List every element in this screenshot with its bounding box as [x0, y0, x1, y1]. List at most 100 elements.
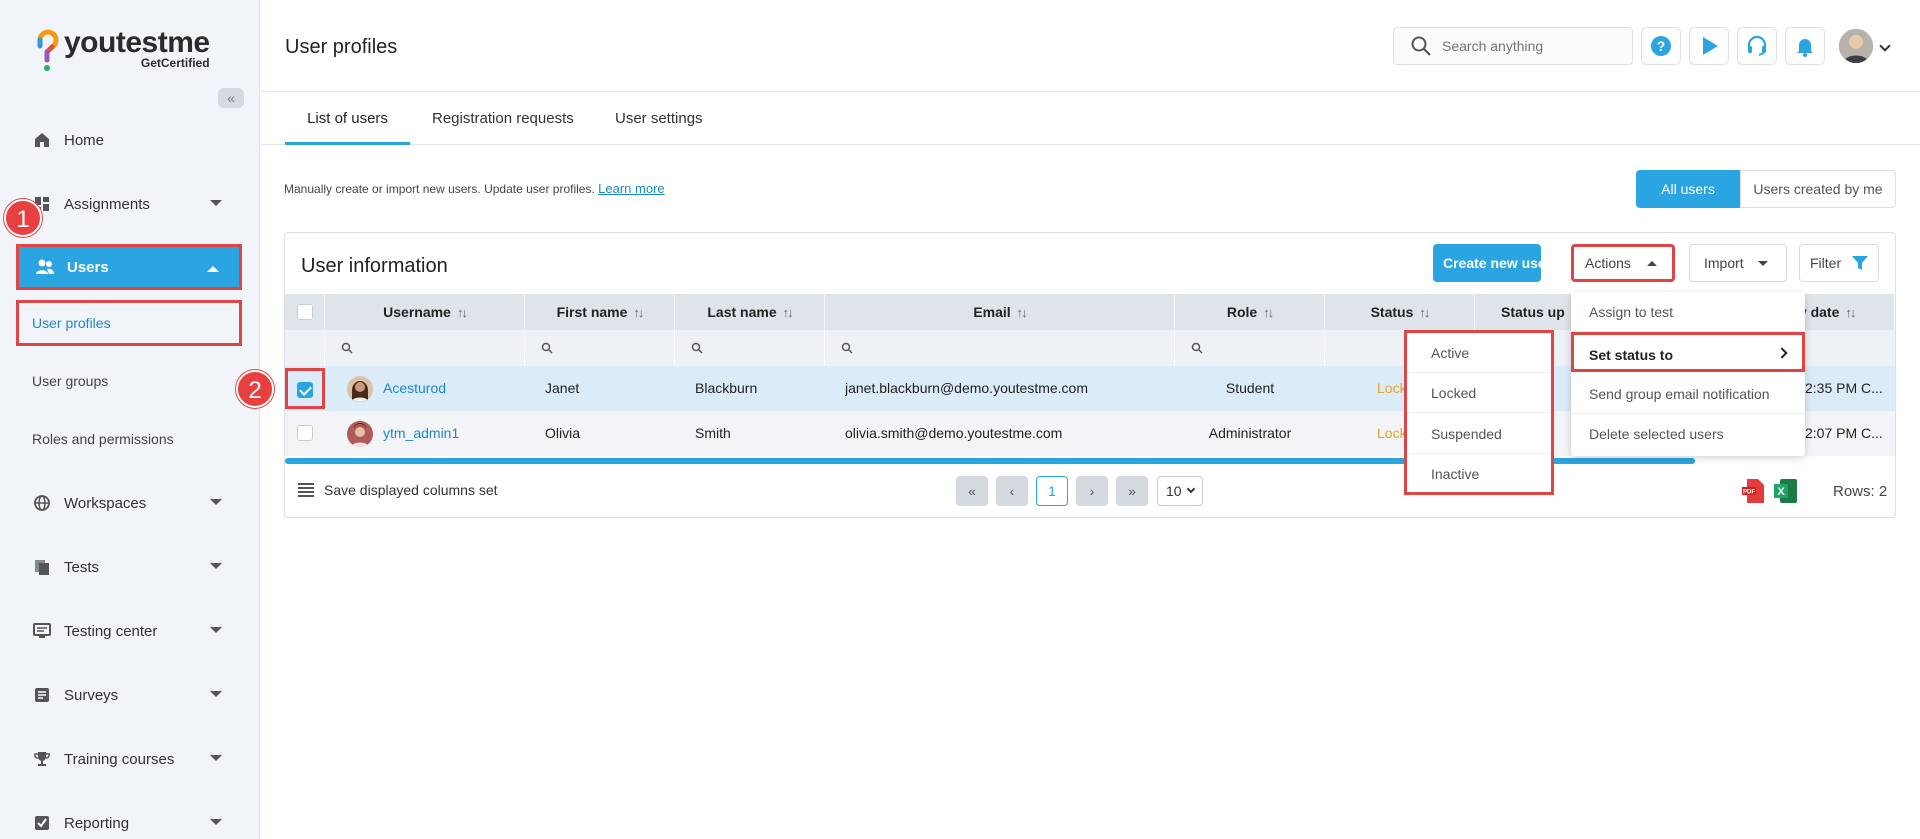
- logo[interactable]: youtestme GetCertified: [34, 26, 210, 74]
- status-option-locked[interactable]: Locked: [1407, 373, 1551, 413]
- save-columns-button[interactable]: Save displayed columns set: [298, 482, 498, 498]
- column-header-status[interactable]: Status ↑↓: [1325, 294, 1475, 330]
- last-name-cell: Blackburn: [695, 380, 758, 396]
- email-cell: olivia.smith@demo.youtestme.com: [845, 425, 1063, 441]
- learn-more-link[interactable]: Learn more: [598, 181, 664, 196]
- column-header-last-name[interactable]: Last name ↑↓: [675, 294, 825, 330]
- column-header-email[interactable]: Email ↑↓: [825, 294, 1175, 330]
- sidebar-item-workspaces[interactable]: Workspaces: [16, 480, 242, 526]
- column-title: Email: [973, 304, 1011, 320]
- sort-icon[interactable]: ↑↓: [633, 305, 644, 320]
- help-icon: ?: [1651, 36, 1671, 56]
- first-page-button[interactable]: «: [956, 476, 988, 506]
- next-page-button[interactable]: ›: [1076, 476, 1108, 506]
- notifications-button[interactable]: [1785, 27, 1825, 65]
- user-avatar-photo-icon: [1839, 29, 1873, 63]
- column-header-role[interactable]: Role ↑↓: [1175, 294, 1325, 330]
- column-title: Last name: [707, 304, 777, 320]
- help-button[interactable]: ?: [1641, 27, 1681, 65]
- column-header-username[interactable]: Username ↑↓: [325, 294, 525, 330]
- sidebar-item-label: Assignments: [64, 195, 150, 213]
- sidebar-item-user-groups[interactable]: User groups: [16, 358, 242, 404]
- menu-item-set-status-to[interactable]: Set status to: [1571, 332, 1805, 372]
- double-chevron-right-icon: »: [1128, 483, 1136, 499]
- filter-role[interactable]: [1175, 330, 1325, 366]
- select-all-cell: [285, 294, 325, 330]
- sort-icon[interactable]: ↑↓: [457, 305, 468, 320]
- filter-email[interactable]: [825, 330, 1175, 366]
- sidebar-item-label: User groups: [32, 373, 109, 389]
- sort-icon[interactable]: ↑↓: [1017, 305, 1028, 320]
- row-checkbox[interactable]: [297, 425, 313, 441]
- chevron-left-icon: ‹: [1009, 483, 1015, 499]
- rows-per-page-select[interactable]: 10: [1157, 476, 1203, 506]
- double-chevron-left-icon: «: [227, 90, 235, 106]
- globe-icon: [32, 493, 52, 513]
- filter-last-name[interactable]: [675, 330, 825, 366]
- username-link[interactable]: ytm_admin1: [383, 411, 523, 456]
- sort-icon[interactable]: ↑↓: [1845, 305, 1856, 320]
- create-new-user-button[interactable]: Create new user: [1433, 244, 1541, 282]
- play-tutorial-button[interactable]: [1689, 27, 1729, 65]
- sidebar-item-roles-and-permissions[interactable]: Roles and permissions: [16, 416, 242, 462]
- column-header-status-updated[interactable]: Status up: [1475, 294, 1575, 330]
- sidebar-item-home[interactable]: Home: [16, 117, 242, 163]
- chevron-down-icon: [1186, 484, 1196, 494]
- chevron-down-icon: [210, 200, 222, 206]
- status-option-suspended[interactable]: Suspended: [1407, 414, 1551, 454]
- sidebar-item-reporting[interactable]: Reporting: [16, 800, 242, 839]
- user-avatar[interactable]: [1839, 29, 1873, 63]
- filter-first-name[interactable]: [525, 330, 675, 366]
- filter-cell: [285, 330, 325, 366]
- current-page-button[interactable]: 1: [1036, 476, 1068, 506]
- sort-icon[interactable]: ↑↓: [783, 305, 794, 320]
- sort-icon[interactable]: ↑↓: [1419, 305, 1430, 320]
- svg-text:PDF: PDF: [1743, 490, 1755, 496]
- all-users-toggle[interactable]: All users: [1636, 170, 1740, 208]
- sort-icon[interactable]: ↑↓: [1263, 305, 1274, 320]
- global-search[interactable]: [1393, 27, 1633, 65]
- collapse-sidebar-button[interactable]: «: [218, 88, 244, 108]
- sidebar-item-testing-center[interactable]: Testing center: [16, 608, 242, 654]
- tab-list-of-users[interactable]: List of users: [285, 93, 410, 145]
- brand-name-1: you: [64, 26, 116, 59]
- export-excel-icon[interactable]: X: [1774, 478, 1798, 504]
- sidebar-item-users[interactable]: Users: [16, 244, 242, 290]
- tests-icon: [32, 557, 52, 577]
- support-button[interactable]: [1737, 27, 1777, 65]
- filter-button[interactable]: Filter: [1799, 244, 1879, 282]
- users-created-by-me-toggle[interactable]: Users created by me: [1740, 170, 1896, 208]
- actions-button[interactable]: Actions: [1571, 244, 1675, 282]
- chevron-down-icon[interactable]: [1879, 40, 1891, 52]
- username-link[interactable]: Acesturod: [383, 366, 523, 411]
- sidebar-item-assignments[interactable]: Assignments: [16, 181, 242, 227]
- column-header-first-name[interactable]: First name ↑↓: [525, 294, 675, 330]
- chevron-down-icon: [210, 627, 222, 633]
- menu-item-send-group-email[interactable]: Send group email notification: [1571, 374, 1805, 414]
- tab-user-settings[interactable]: User settings: [615, 93, 703, 145]
- row-checkbox[interactable]: [297, 382, 313, 398]
- sidebar-item-tests[interactable]: Tests: [16, 544, 242, 590]
- sidebar-item-label: Reporting: [64, 814, 130, 832]
- status-option-inactive[interactable]: Inactive: [1407, 454, 1551, 494]
- last-page-button[interactable]: »: [1116, 476, 1148, 506]
- chevron-down-icon: [210, 819, 222, 825]
- menu-item-assign-to-test[interactable]: Assign to test: [1571, 292, 1805, 332]
- chevron-down-icon: [210, 563, 222, 569]
- sidebar-item-training-courses[interactable]: Training courses: [16, 736, 242, 782]
- sidebar-item-surveys[interactable]: Surveys: [16, 672, 242, 718]
- role-cell: Student: [1225, 380, 1275, 396]
- tab-registration-requests[interactable]: Registration requests: [432, 93, 574, 145]
- menu-item-delete-selected-users[interactable]: Delete selected users: [1571, 414, 1805, 454]
- import-button[interactable]: Import: [1689, 244, 1787, 282]
- previous-page-button[interactable]: ‹: [996, 476, 1028, 506]
- search-icon: [1191, 342, 1203, 354]
- select-all-checkbox[interactable]: [297, 304, 313, 320]
- search-input[interactable]: [1442, 38, 1612, 54]
- panel-title: User information: [301, 255, 448, 277]
- export-pdf-icon[interactable]: PDF: [1742, 478, 1766, 504]
- rows-count: Rows: 2: [1833, 483, 1888, 500]
- sidebar-item-user-profiles[interactable]: User profiles: [16, 300, 242, 346]
- status-option-active[interactable]: Active: [1407, 333, 1551, 373]
- filter-username[interactable]: [325, 330, 525, 366]
